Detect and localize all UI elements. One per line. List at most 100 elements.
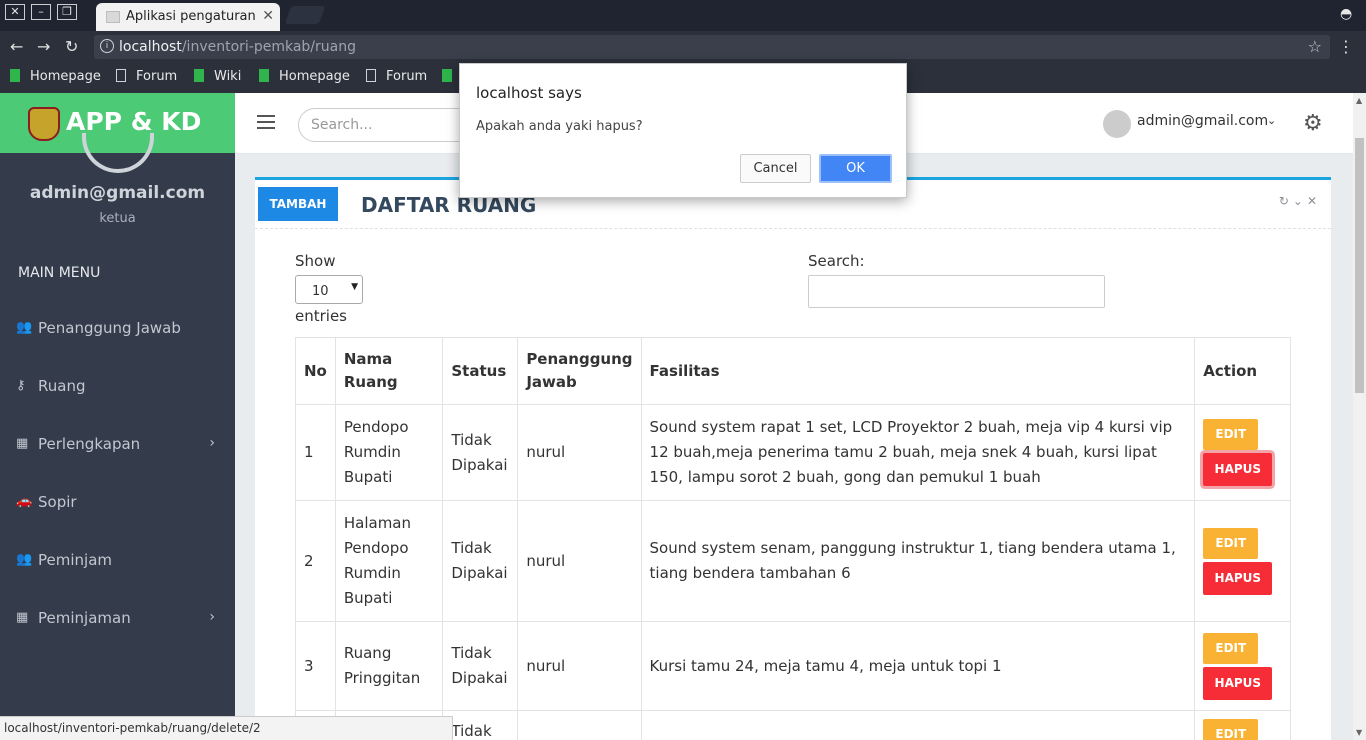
scrollbar-thumb[interactable] xyxy=(1355,138,1364,393)
table-row: 1 Pendopo Rumdin Bupati Tidak Dipakai nu… xyxy=(295,404,1291,501)
cell-fasilitas xyxy=(640,710,1196,740)
green-bookmark-icon xyxy=(10,69,20,82)
window-close-icon[interactable]: ✕ xyxy=(5,4,25,20)
site-info-icon[interactable]: i xyxy=(100,39,114,53)
entries-select-value: 10 xyxy=(312,284,329,299)
cell-action: EDIT xyxy=(1194,710,1291,740)
cell-no: 1 xyxy=(295,404,336,501)
scroll-down-icon[interactable]: ▼ xyxy=(1356,728,1362,737)
cancel-button[interactable]: Cancel xyxy=(740,154,811,183)
cell-nama: Ruang Pringgitan xyxy=(334,621,444,711)
gear-icon[interactable]: ⚙ xyxy=(1303,111,1323,136)
browser-tab-bar: ✕ – ❐ Aplikasi pengaturan r ✕ ◓ xyxy=(0,0,1366,31)
table-search-input[interactable] xyxy=(808,275,1105,308)
cell-penanggung-jawab xyxy=(517,710,642,740)
new-tab-button[interactable] xyxy=(284,6,326,24)
brand-name: APP & KD xyxy=(66,107,202,136)
panel-tools: ↻⌄✕ xyxy=(1279,194,1321,208)
cell-fasilitas: Sound system rapat 1 set, LCD Proyektor … xyxy=(640,404,1196,501)
bookmark-star-icon[interactable]: ☆ xyxy=(1308,37,1322,56)
users-icon: 👥 xyxy=(16,552,33,567)
table-row: 2 Halaman Pendopo Rumdin Bupati Tidak Di… xyxy=(295,500,1291,622)
sidebar-item-perlengkapan[interactable]: ▦ Perlengkapan › xyxy=(0,425,235,465)
delete-button[interactable]: HAPUS xyxy=(1203,561,1273,595)
global-search-input[interactable]: Search... xyxy=(298,108,478,142)
url-bar[interactable]: i localhost/inventori-pemkab/ruang ☆ xyxy=(94,35,1330,59)
forward-icon[interactable]: → xyxy=(37,37,50,56)
cell-status: Tidak Dipakai xyxy=(442,621,519,711)
page-scrollbar[interactable]: ▲ ▼ xyxy=(1353,93,1366,740)
sidebar-user-email: admin@gmail.com xyxy=(29,183,206,203)
sidebar-user-role: ketua xyxy=(99,211,136,226)
add-room-button[interactable]: TAMBAH xyxy=(258,187,338,221)
user-avatar xyxy=(82,133,154,173)
browser-tab[interactable]: Aplikasi pengaturan r ✕ xyxy=(96,3,280,31)
back-icon[interactable]: ← xyxy=(10,37,23,56)
window-maximize-icon[interactable]: ❐ xyxy=(57,4,77,20)
delete-button[interactable]: HAPUS xyxy=(1203,666,1273,700)
cell-fasilitas: Kursi tamu 24, meja tamu 4, meja untuk t… xyxy=(640,621,1196,711)
edit-button[interactable]: EDIT xyxy=(1203,527,1259,559)
cell-status: Tidak Dipakai xyxy=(442,500,519,622)
sidebar-item-penanggung-jawab[interactable]: 👥 Penanggung Jawab xyxy=(0,309,235,349)
delete-button[interactable]: HAPUS xyxy=(1203,453,1273,486)
sidebar-item-label: Peminjaman xyxy=(38,609,131,627)
cell-fasilitas: Sound system senam, panggung instruktur … xyxy=(640,500,1196,622)
incognito-icon: ◓ xyxy=(1340,6,1353,22)
dialog-message: Apakah anda yaki hapus? xyxy=(476,119,643,134)
sidebar-item-label: Penanggung Jawab xyxy=(38,319,181,337)
key-icon: ⚷ xyxy=(16,378,26,393)
chevron-down-icon[interactable]: ⌄ xyxy=(1267,114,1276,127)
edit-button[interactable]: EDIT xyxy=(1203,419,1259,450)
bookmark-item[interactable]: Homepage xyxy=(10,69,101,84)
column-header[interactable]: Penanggung Jawab xyxy=(517,337,642,405)
edit-button[interactable]: EDIT xyxy=(1203,632,1259,664)
window-minimize-icon[interactable]: – xyxy=(31,4,51,20)
cell-penanggung-jawab: nurul xyxy=(517,404,642,501)
table-header-row: No Nama Ruang Status Penanggung Jawab Fa… xyxy=(295,337,1291,405)
bookmark-item[interactable]: Homepage xyxy=(259,69,350,84)
bookmark-item[interactable]: Forum xyxy=(366,69,427,84)
green-bookmark-icon xyxy=(194,69,204,82)
reload-icon[interactable]: ↻ xyxy=(65,37,78,56)
bookmark-item[interactable]: Forum xyxy=(116,69,177,84)
sidebar-item-peminjaman[interactable]: ▦ Peminjaman › xyxy=(0,599,235,639)
close-icon[interactable]: ✕ xyxy=(1307,194,1321,208)
column-header[interactable]: Action xyxy=(1194,337,1291,405)
tab-close-icon[interactable]: ✕ xyxy=(262,8,274,24)
edit-button[interactable]: EDIT xyxy=(1203,719,1259,740)
collapse-icon[interactable]: ⌄ xyxy=(1293,194,1307,208)
bookmark-item[interactable]: Wiki xyxy=(194,69,241,84)
users-icon: 👥 xyxy=(16,320,33,335)
page-favicon-icon xyxy=(106,11,120,23)
account-email[interactable]: admin@gmail.com xyxy=(1137,113,1268,129)
cell-penanggung-jawab: nurul xyxy=(517,500,642,622)
column-header[interactable]: Fasilitas xyxy=(640,337,1196,405)
sidebar-item-label: Sopir xyxy=(38,493,77,511)
table-row: 3 Ruang Pringgitan Tidak Dipakai nurul K… xyxy=(295,621,1291,711)
page-icon xyxy=(366,69,376,82)
sidebar-item-peminjam[interactable]: 👥 Peminjam xyxy=(0,541,235,581)
car-icon: 🚗 xyxy=(16,494,33,509)
hamburger-menu-icon[interactable] xyxy=(257,115,275,129)
cell-status: Tidak Dipakai xyxy=(442,404,519,501)
tab-title: Aplikasi pengaturan r xyxy=(126,9,256,24)
dropdown-arrow-icon: ▼ xyxy=(351,282,358,292)
ok-button[interactable]: OK xyxy=(819,154,892,183)
main-menu-header: MAIN MENU xyxy=(18,265,101,281)
column-header[interactable]: Status xyxy=(442,337,519,405)
chevron-right-icon: › xyxy=(209,609,215,625)
grid-icon: ▦ xyxy=(16,436,29,451)
cell-action: EDIT HAPUS xyxy=(1194,500,1291,622)
sidebar-item-ruang[interactable]: ⚷ Ruang xyxy=(0,367,235,407)
cell-no: 2 xyxy=(295,500,336,622)
scroll-up-icon[interactable]: ▲ xyxy=(1356,96,1362,105)
column-header[interactable]: No xyxy=(295,337,336,405)
entries-select[interactable]: 10 ▼ xyxy=(295,275,363,304)
refresh-icon[interactable]: ↻ xyxy=(1279,194,1293,208)
table-search-label: Search: xyxy=(808,252,865,270)
browser-menu-icon[interactable]: ⋮ xyxy=(1338,37,1354,56)
sidebar-item-sopir[interactable]: 🚗 Sopir xyxy=(0,483,235,523)
column-header[interactable]: Nama Ruang xyxy=(334,337,444,405)
account-avatar[interactable] xyxy=(1103,110,1131,138)
